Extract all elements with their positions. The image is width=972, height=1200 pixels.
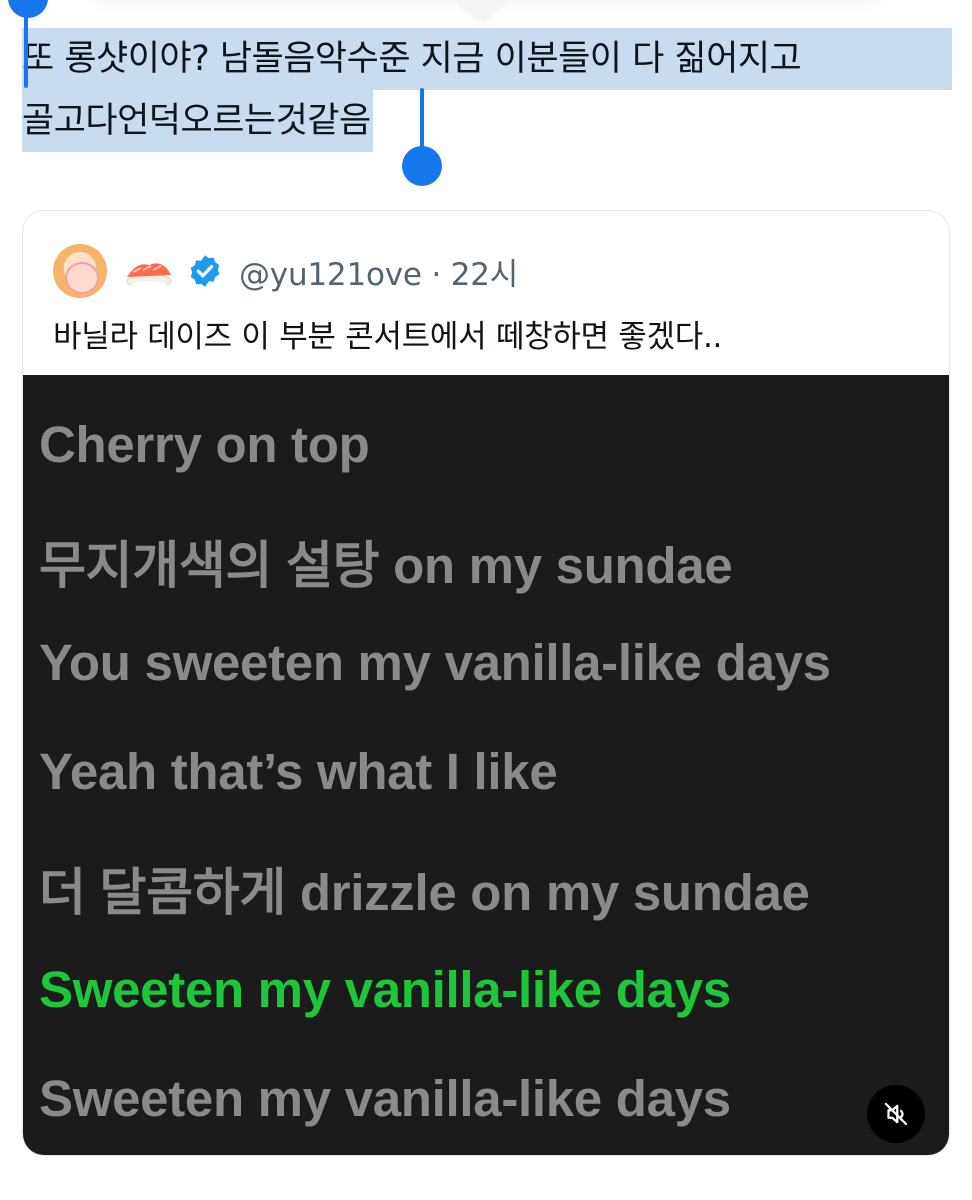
lyric-line: You sweeten my vanilla-like days xyxy=(39,634,831,691)
tweet-text[interactable]: 또 롱샷이야? 남돌음악수준 지금 이분들이 다 짊어지고 골고다언덕오르는것같… xyxy=(22,28,952,152)
quoted-tweet-header: @yu121ove · 22시 xyxy=(53,241,518,301)
selection-start-handle[interactable] xyxy=(8,0,48,18)
lyric-line: 무지개색의 설탕 on my sundae xyxy=(39,537,733,594)
video-player[interactable]: Cherry on top 무지개색의 설탕 on my sundae You … xyxy=(23,375,949,1155)
selection-end-handle[interactable] xyxy=(402,146,442,186)
quoted-tweet-text: 바닐라 데이즈 이 부분 콘서트에서 떼창하면 좋겠다.. xyxy=(53,319,723,355)
quoted-tweet-card[interactable]: @yu121ove · 22시 바닐라 데이즈 이 부분 콘서트에서 떼창하면 … xyxy=(22,210,950,1156)
verified-badge-icon xyxy=(190,255,220,287)
lyric-line: Cherry on top xyxy=(39,416,370,473)
selection-start-caret xyxy=(24,10,28,88)
profile-avatar[interactable] xyxy=(53,244,107,298)
sushi-icon xyxy=(126,263,172,289)
mute-button[interactable] xyxy=(867,1085,925,1143)
sound-off-icon xyxy=(884,1102,908,1126)
lyric-line-active: Sweeten my vanilla-like days xyxy=(39,961,731,1018)
lyric-line: 더 달콤하게 drizzle on my sundae xyxy=(39,864,810,921)
lyric-line: Yeah that’s what I like xyxy=(39,743,558,800)
context-menu-pointer xyxy=(458,0,508,24)
tweet-text-line-2[interactable]: 골고다언덕오르는것같음 xyxy=(22,90,373,152)
quoted-handle-time[interactable]: @yu121ove · 22시 xyxy=(239,249,518,294)
lyric-line: Sweeten my vanilla-like days xyxy=(39,1070,731,1127)
tweet-text-line-1[interactable]: 또 롱샷이야? 남돌음악수준 지금 이분들이 다 짊어지고 xyxy=(22,28,952,90)
selection-end-caret xyxy=(420,88,424,150)
